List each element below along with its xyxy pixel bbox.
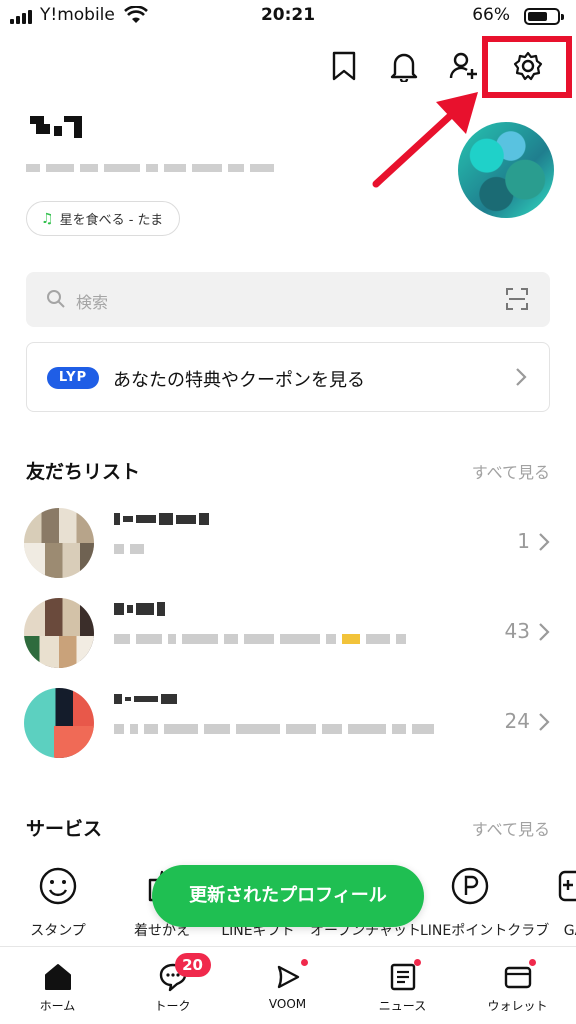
- friend-message-blurred: [114, 634, 406, 644]
- chevron-right-icon: [539, 713, 550, 731]
- friend-count: 43: [504, 619, 530, 643]
- friend-row[interactable]: 43: [0, 588, 576, 668]
- lyp-logo: LYP: [47, 367, 99, 389]
- tab-label: ニュース: [378, 999, 427, 1013]
- bell-icon[interactable]: [386, 48, 422, 84]
- home-icon: [38, 959, 78, 995]
- chevron-right-icon: [539, 533, 550, 551]
- tab-label: トーク: [154, 999, 191, 1013]
- music-note-icon: ♫: [41, 210, 54, 227]
- profile-music-chip[interactable]: ♫ 星を食べる - たま: [26, 201, 181, 236]
- friend-count: 1: [517, 529, 530, 553]
- new-dot: [413, 959, 421, 966]
- music-label: 星を食べる - たま: [59, 213, 164, 228]
- points-icon: [448, 864, 492, 908]
- wallet-icon: [498, 959, 538, 995]
- tab-voom[interactable]: VOOM: [230, 947, 345, 1024]
- battery-icon: [524, 8, 564, 25]
- friend-row[interactable]: 1: [0, 498, 576, 578]
- new-dot: [300, 959, 308, 966]
- new-dot: [528, 959, 536, 966]
- profile-status-blurred: [26, 164, 274, 172]
- friend-row[interactable]: 24: [0, 678, 576, 758]
- friend-name-blurred: [114, 602, 165, 616]
- friend-message-blurred: [114, 544, 144, 554]
- add-friend-icon[interactable]: [446, 48, 482, 84]
- settings-highlight-box: [482, 36, 572, 98]
- status-bar: Y!mobile 20:21 66%: [0, 0, 576, 34]
- voom-icon: [268, 959, 308, 995]
- friends-see-all-link[interactable]: すべて見る: [472, 459, 550, 483]
- tab-home[interactable]: ホーム: [0, 947, 115, 1024]
- lyp-coupon-banner[interactable]: LYP あなたの特典やクーポンを見る: [26, 342, 550, 412]
- chat-icon: 20: [153, 953, 211, 995]
- tab-label: VOOM: [268, 997, 307, 1011]
- service-label: スタンプ: [30, 923, 86, 939]
- search-placeholder: 検索: [76, 293, 109, 312]
- banner-text: あなたの特典やクーポンを見る: [113, 370, 365, 391]
- tab-label: ホーム: [39, 999, 76, 1013]
- tab-talk[interactable]: 20 トーク: [115, 947, 230, 1024]
- services-section-title: サービス: [26, 818, 103, 840]
- updated-profiles-button[interactable]: 更新されたプロフィール: [152, 865, 424, 927]
- service-label: GA: [563, 923, 576, 939]
- smile-icon: [36, 864, 80, 908]
- chevron-right-icon: [516, 368, 527, 386]
- profile-name-blurred[interactable]: [30, 112, 88, 140]
- game-icon: [552, 864, 576, 908]
- services-see-all-link[interactable]: すべて見る: [472, 816, 550, 840]
- friend-name-blurred: [114, 692, 177, 706]
- search-bar[interactable]: 検索: [26, 272, 550, 327]
- friend-message-blurred: [114, 724, 434, 734]
- friend-name-blurred: [114, 512, 209, 526]
- bookmark-icon[interactable]: [326, 48, 362, 84]
- battery-percent: 66%: [472, 5, 510, 25]
- tab-wallet[interactable]: ウォレット: [460, 947, 575, 1024]
- friend-count: 24: [504, 709, 530, 733]
- friends-section-title: 友だちリスト: [26, 461, 141, 483]
- friend-avatar: [24, 598, 94, 668]
- service-label: LINEポイントクラブ: [420, 923, 550, 939]
- qr-scan-icon[interactable]: [506, 288, 528, 310]
- news-icon: [383, 959, 423, 995]
- service-points[interactable]: LINEポイントクラブ: [420, 860, 550, 940]
- friend-avatar: [24, 688, 94, 758]
- search-icon: [47, 290, 65, 308]
- friend-avatar: [24, 508, 94, 578]
- chevron-right-icon: [539, 623, 550, 641]
- tab-news[interactable]: ニュース: [345, 947, 460, 1024]
- service-stamp[interactable]: スタンプ: [8, 860, 108, 940]
- tab-label: ウォレット: [487, 999, 548, 1013]
- unread-badge: 20: [174, 953, 211, 977]
- profile-avatar[interactable]: [458, 122, 554, 218]
- bottom-tab-bar: ホーム 20 トーク VOOM ニュース ウォレット: [0, 946, 576, 1024]
- service-game[interactable]: GA: [524, 860, 576, 940]
